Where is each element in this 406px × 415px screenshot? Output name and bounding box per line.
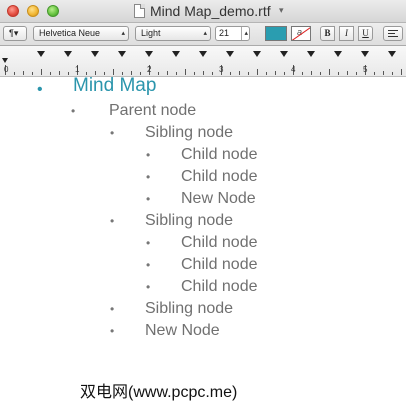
- watermark-text: 双电网(www.pcpc.me): [80, 384, 238, 401]
- align-left-button[interactable]: [383, 26, 403, 41]
- list-item: Child node: [181, 256, 258, 273]
- list-bullet: •: [146, 192, 151, 206]
- font-family-select[interactable]: Helvetica Neue ▴: [33, 26, 129, 41]
- list-bullet: •: [110, 302, 115, 316]
- close-window-button[interactable]: [7, 5, 19, 17]
- list-item: Child node: [181, 146, 258, 163]
- zoom-window-button[interactable]: [47, 5, 59, 17]
- list-bullet: •: [110, 214, 115, 228]
- highlight-glyph: a: [297, 27, 303, 37]
- ruler-number: 2: [147, 65, 152, 74]
- tab-stop-marker: [253, 51, 261, 57]
- tab-stop-marker: [307, 51, 315, 57]
- tab-stop-marker: [226, 51, 234, 57]
- list-bullet: •: [146, 236, 151, 250]
- font-style-value: Light: [141, 28, 161, 38]
- list-item: Child node: [181, 234, 258, 251]
- list-item: New Node: [145, 322, 220, 339]
- tab-stop-marker: [37, 51, 45, 57]
- first-line-indent-marker: [2, 58, 8, 63]
- ruler-number: 3: [219, 65, 224, 74]
- list-item: Parent node: [109, 102, 197, 119]
- title-menu-chevron-icon[interactable]: ▾: [279, 5, 284, 16]
- tab-stop-marker: [145, 51, 153, 57]
- bold-button[interactable]: B: [320, 26, 335, 41]
- text-color-swatch[interactable]: [265, 26, 287, 41]
- ruler-number: 1: [75, 65, 80, 74]
- document-proxy-icon[interactable]: [134, 4, 145, 18]
- select-arrows-icon: ▴: [203, 30, 207, 37]
- list-bullet: •: [146, 258, 151, 272]
- ruler-markings: [2, 51, 402, 75]
- paragraph-styles-button[interactable]: ¶▾: [3, 26, 27, 41]
- list-item: Sibling node: [145, 300, 234, 317]
- paragraph-icon: ¶▾: [9, 28, 19, 38]
- minimize-window-button[interactable]: [27, 5, 39, 17]
- list-item: Sibling node: [145, 124, 234, 141]
- list-item: New Node: [181, 190, 256, 207]
- mind-map-title: Mind Map: [73, 75, 157, 96]
- ruler[interactable]: 0 1 2 3 4 5: [0, 46, 406, 77]
- list-bullet: •: [110, 126, 115, 140]
- font-family-value: Helvetica Neue: [39, 28, 101, 38]
- format-toolbar: ¶▾ Helvetica Neue ▴ Light ▴ 21 ▴ a B I U: [0, 23, 406, 46]
- document-text-area[interactable]: • Mind Map • Parent node • Sibling node • Child…: [0, 75, 406, 415]
- list-item: Child node: [181, 278, 258, 295]
- tab-stop-marker: [64, 51, 72, 57]
- tab-stop-marker: [118, 51, 126, 57]
- list-item: Sibling node: [145, 212, 234, 229]
- select-arrows-icon: ▴: [121, 30, 125, 37]
- highlight-color-swatch[interactable]: a: [291, 26, 311, 41]
- ruler-number: 5: [363, 65, 368, 74]
- italic-button[interactable]: I: [339, 26, 354, 41]
- underline-button[interactable]: U: [358, 26, 373, 41]
- ruler-number: 0: [4, 65, 9, 74]
- font-size-field[interactable]: 21 ▴: [215, 26, 250, 41]
- tab-stop-marker: [172, 51, 180, 57]
- tab-stop-marker: [388, 51, 396, 57]
- list-item: Child node: [181, 168, 258, 185]
- font-style-select[interactable]: Light ▴: [135, 26, 211, 41]
- tab-stop-marker: [334, 51, 342, 57]
- tab-stop-marker: [199, 51, 207, 57]
- list-bullet: •: [146, 148, 151, 162]
- list-bullet: •: [146, 170, 151, 184]
- list-bullet: •: [71, 104, 76, 118]
- list-bullet: •: [37, 81, 43, 98]
- list-bullet: •: [110, 324, 115, 338]
- font-size-stepper[interactable]: ▴: [241, 27, 248, 40]
- ruler-number: 4: [291, 65, 296, 74]
- tab-stop-marker: [361, 51, 369, 57]
- font-size-value: 21: [219, 28, 230, 38]
- tab-stop-marker: [280, 51, 288, 57]
- window-title[interactable]: Mind Map_demo.rtf: [150, 3, 271, 19]
- title-bar: Mind Map_demo.rtf ▾: [0, 0, 406, 23]
- list-bullet: •: [146, 280, 151, 294]
- tab-stop-marker: [91, 51, 99, 57]
